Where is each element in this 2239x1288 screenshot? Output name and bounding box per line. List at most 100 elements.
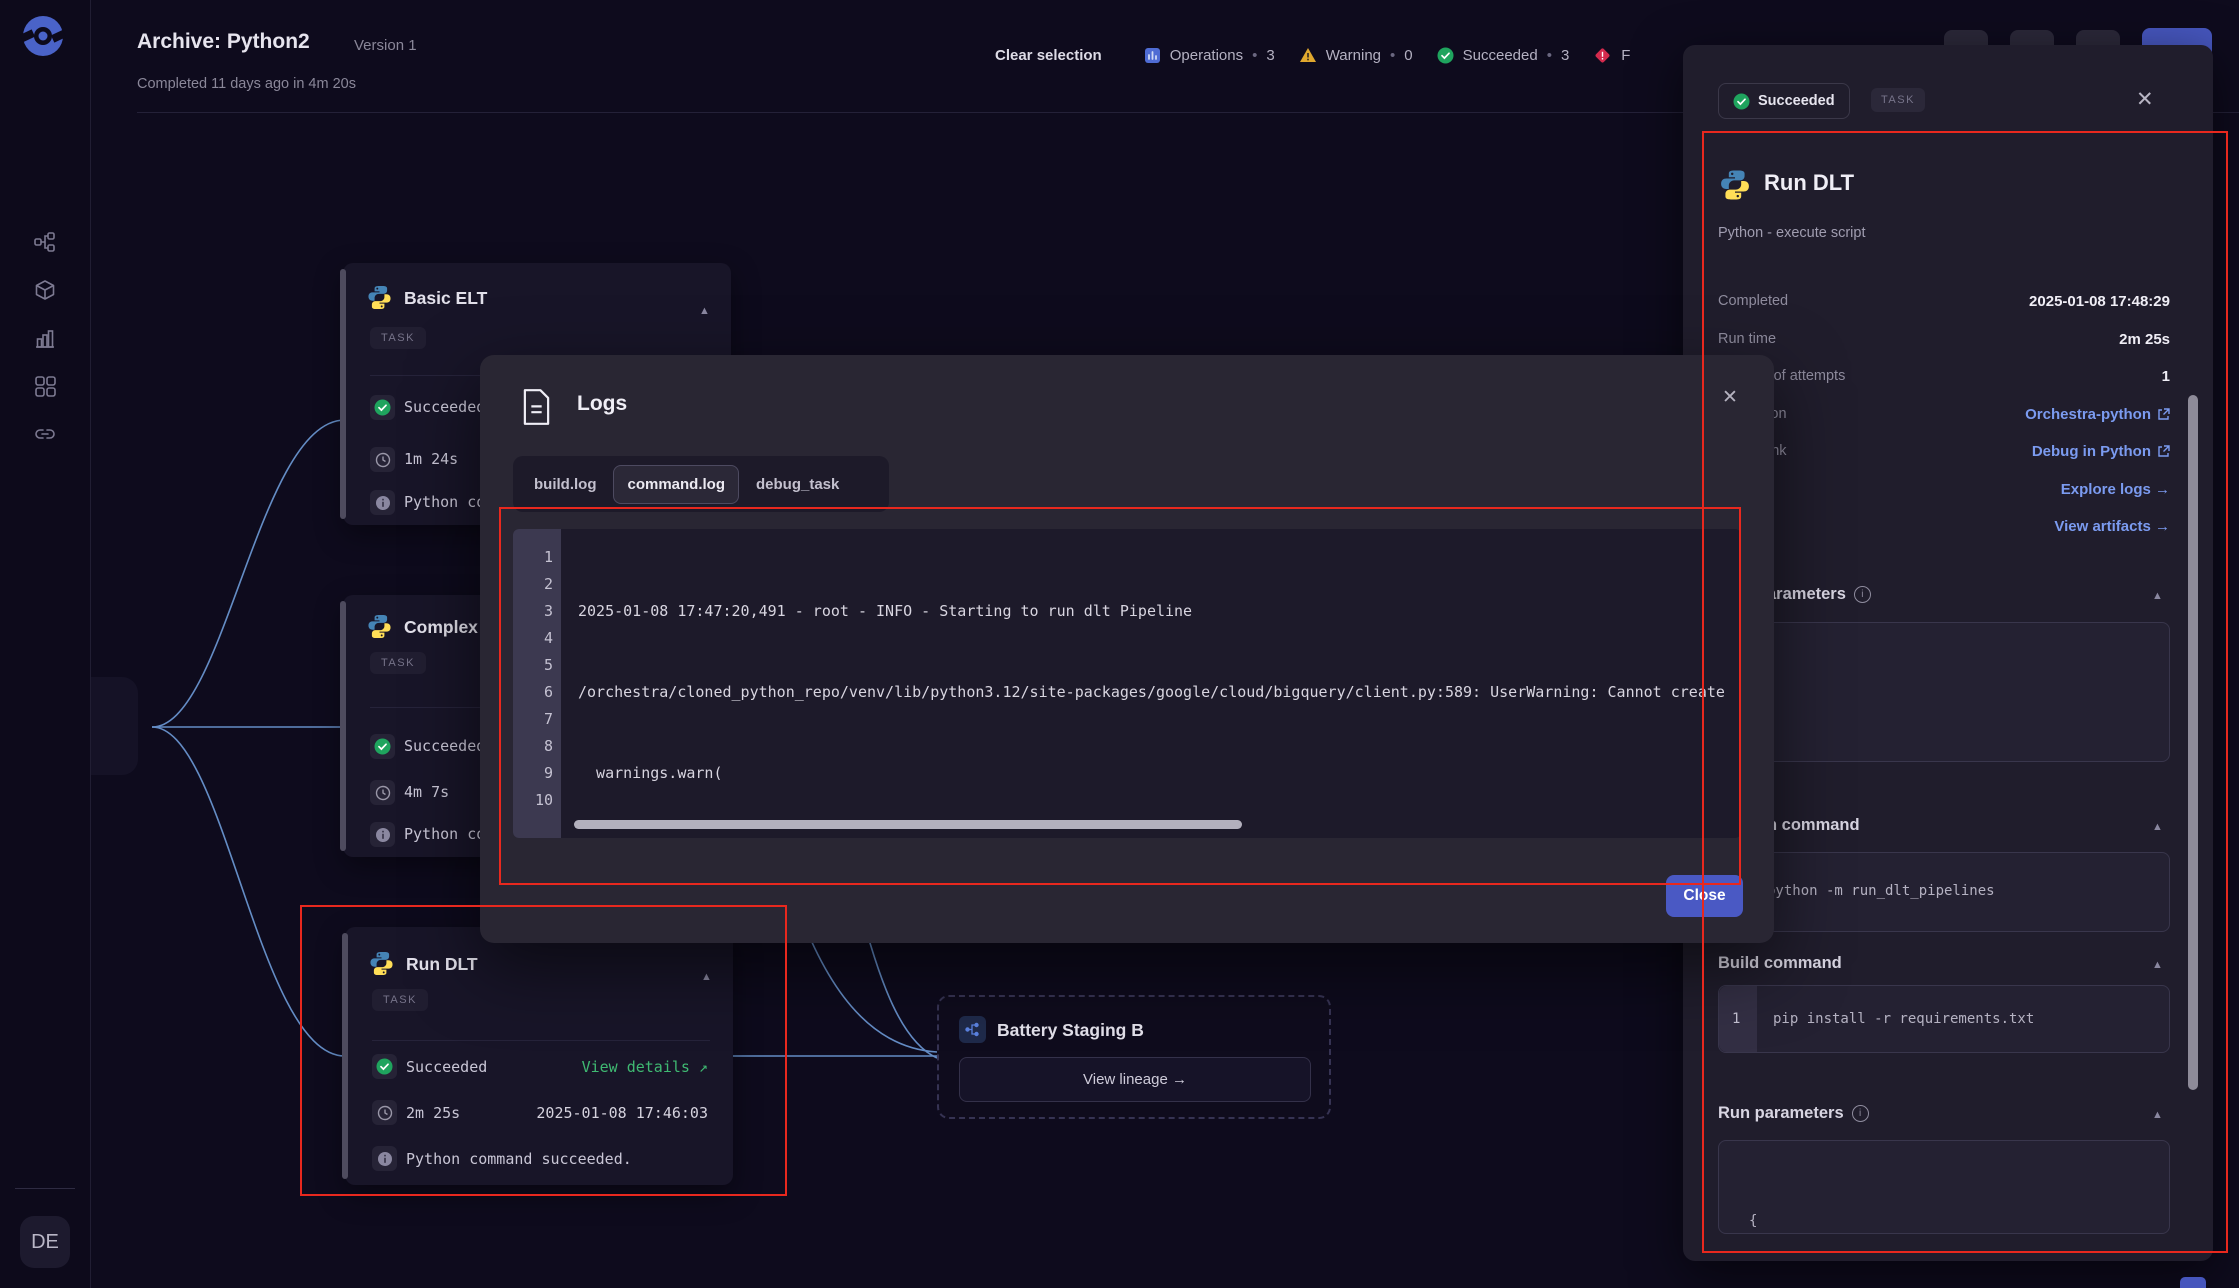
view-artifacts-link[interactable]: View artifacts → — [2054, 518, 2170, 535]
log-viewer[interactable]: 1 2 3 4 5 6 7 8 9 10 2025-01-08 17:47:20… — [513, 529, 1741, 838]
page-version: Version 1 — [354, 37, 417, 54]
links-nav-icon[interactable] — [33, 422, 57, 446]
code-gutter: 1 — [1719, 986, 1757, 1052]
collapse-card-button[interactable]: ▲ — [701, 971, 712, 983]
detail-row-integration: Integration Orchestra-python — [1718, 406, 2170, 426]
collapse-section-button[interactable]: ▲ — [2152, 959, 2163, 971]
clock-icon — [370, 780, 395, 805]
status-icon — [370, 734, 395, 759]
card-runtime: 1m 24s — [404, 450, 459, 468]
warning-icon — [1299, 48, 1316, 62]
clear-selection-button[interactable]: Clear selection — [995, 47, 1102, 64]
card-status: Succeeded — [406, 1058, 488, 1076]
collapse-card-button[interactable]: ▲ — [699, 305, 710, 317]
python-icon — [368, 950, 395, 982]
task-type-badge: TASK — [370, 327, 426, 349]
card-title: Basic ELT — [404, 288, 488, 308]
panel-close-icon[interactable]: ✕ — [2136, 87, 2154, 112]
detail-row-debug-link: Debug link Debug in Python — [1718, 443, 2170, 463]
products-nav-icon[interactable] — [33, 278, 57, 302]
section-build-command-heading: Build command — [1718, 954, 1842, 972]
panel-status-badge: Succeeded — [1718, 83, 1850, 119]
bottom-corner-button[interactable] — [2180, 1277, 2206, 1288]
external-link-icon — [2158, 445, 2170, 457]
card-runtime: 2m 25s — [406, 1104, 461, 1122]
stat-failed[interactable]: F — [1593, 46, 1630, 65]
panel-subtitle: Python - execute script — [1718, 225, 1866, 241]
log-content: 2025-01-08 17:47:20,491 - root - INFO - … — [578, 544, 1733, 824]
section-run-parameters-heading: Run parameters i — [1718, 1104, 1869, 1123]
task-type-badge: TASK — [372, 989, 428, 1011]
sidebar: DE — [0, 0, 91, 1288]
horizontal-scrollbar[interactable] — [574, 820, 1242, 829]
card-status: Succeeded — [404, 398, 486, 416]
task-card-run-dlt[interactable]: Run DLT ▲ TASK Succeeded View details ↗ … — [342, 927, 733, 1185]
lineage-card-battery-staging-b[interactable]: Battery Staging B View lineage → — [937, 995, 1331, 1119]
info-icon — [370, 490, 395, 515]
card-divider — [372, 1040, 710, 1041]
collapse-section-button[interactable]: ▲ — [2152, 590, 2163, 602]
card-title: Run DLT — [406, 954, 478, 974]
info-icon: i — [1853, 586, 1871, 603]
tab-command-log[interactable]: command.log — [613, 464, 739, 504]
detail-row-runtime: Run time 2m 25s — [1718, 331, 2170, 348]
avatar-initials: DE — [31, 1230, 59, 1253]
dot-separator: • — [1252, 46, 1258, 64]
tab-build-log[interactable]: build.log — [521, 466, 609, 503]
detail-row-attempts: Number of attempts 1 — [1718, 368, 2170, 385]
log-line-number-gutter: 1 2 3 4 5 6 7 8 9 10 — [513, 529, 561, 838]
user-avatar[interactable]: DE — [20, 1216, 70, 1268]
view-details-link[interactable]: View details ↗ — [540, 1058, 708, 1076]
succeeded-icon — [1733, 93, 1750, 109]
run-status-toolbar: Clear selection Operations • 3 Warning •… — [995, 40, 1630, 70]
dot-separator: • — [1390, 46, 1396, 64]
integration-link[interactable]: Orchestra-python — [2025, 406, 2170, 423]
log-line: /orchestra/cloned_python_repo/venv/lib/p… — [578, 683, 1725, 701]
collapse-section-button[interactable]: ▲ — [2152, 821, 2163, 833]
logs-modal: Logs ✕ build.log command.log debug_task … — [480, 355, 1774, 943]
panel-scrollbar[interactable] — [2188, 395, 2198, 1090]
view-lineage-button[interactable]: View lineage → — [959, 1057, 1311, 1102]
detail-row-view-artifacts: View artifacts → — [1718, 518, 2170, 538]
app-logo[interactable] — [19, 13, 67, 59]
debug-link[interactable]: Debug in Python — [2032, 443, 2170, 460]
sidebar-divider — [15, 1188, 75, 1189]
run-parameters-code-box: { "cpu": "2 vCPU", "memory": "4 GB" — [1718, 1140, 2170, 1234]
collapse-section-button[interactable]: ▲ — [2152, 1109, 2163, 1121]
task-type-badge: TASK — [370, 652, 426, 674]
detail-row-completed: Completed 2025-01-08 17:48:29 — [1718, 293, 2170, 310]
log-line: 2025-01-08 17:47:20,491 - root - INFO - … — [578, 602, 1193, 620]
info-icon — [372, 1146, 397, 1171]
explore-logs-link[interactable]: Explore logs → — [2061, 481, 2170, 498]
modal-close-icon[interactable]: ✕ — [1722, 386, 1738, 409]
pipelines-nav-icon[interactable] — [33, 230, 57, 254]
card-title: Complex — [404, 617, 478, 637]
modal-close-button[interactable]: Close — [1666, 875, 1743, 917]
stat-succeeded[interactable]: Succeeded • 3 — [1437, 47, 1569, 64]
card-runtime: 4m 7s — [404, 783, 450, 801]
info-icon — [370, 822, 395, 847]
card-message: Python command succeeded. — [406, 1150, 632, 1168]
modal-title: Logs — [577, 392, 628, 415]
page-title: Archive: Python2 — [137, 30, 310, 53]
log-tabs: build.log command.log debug_task — [513, 456, 889, 512]
external-link-icon — [2158, 408, 2170, 420]
metrics-nav-icon[interactable] — [33, 326, 57, 350]
stat-warning[interactable]: Warning • 0 — [1299, 47, 1413, 64]
operations-icon — [1144, 47, 1160, 63]
stat-operations[interactable]: Operations • 3 — [1144, 47, 1275, 64]
failed-icon — [1595, 48, 1610, 62]
clock-icon — [370, 447, 395, 472]
detail-row-explore-logs: Explore logs → — [1718, 481, 2170, 501]
python-icon — [366, 284, 393, 316]
status-icon — [372, 1054, 397, 1079]
run-command-code-box: python -m run_dlt_pipelines — [1718, 852, 2170, 932]
page-subtitle: Completed 11 days ago in 4m 20s — [137, 76, 356, 92]
lineage-icon — [959, 1016, 986, 1043]
apps-nav-icon[interactable] — [33, 374, 57, 398]
tab-debug-task[interactable]: debug_task — [743, 466, 852, 503]
panel-type-badge: TASK — [1871, 88, 1925, 112]
document-icon — [521, 388, 552, 431]
card-status: Succeeded — [404, 737, 486, 755]
status-icon — [370, 395, 395, 420]
